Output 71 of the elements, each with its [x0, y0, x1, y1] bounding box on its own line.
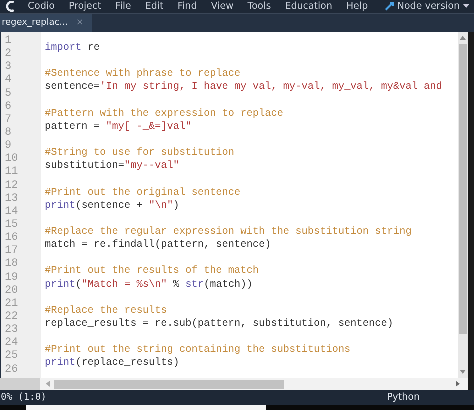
cursor-position: 0% (1:0)	[1, 392, 47, 403]
menu-item[interactable]: Find	[178, 1, 198, 12]
line-number: 2	[4, 48, 13, 62]
menu-item[interactable]: Edit	[145, 1, 164, 12]
code-line: #Replace the regular expression with the substitution string	[45, 226, 412, 240]
line-number: 8	[4, 126, 13, 140]
scroll-right-icon[interactable]	[454, 380, 462, 388]
line-number: 6	[4, 100, 13, 114]
menu-item[interactable]: Education	[285, 1, 332, 12]
vertical-scrollbar[interactable]	[458, 32, 468, 378]
file-tab[interactable]: regex_replac... ×	[0, 14, 92, 32]
code-line: #Pattern with the expression to replace	[45, 108, 284, 121]
code-line: substitution="my--val"	[45, 160, 180, 174]
logo-icon[interactable]	[6, 1, 16, 12]
scrollbar-thumb[interactable]	[459, 44, 467, 334]
menu-item[interactable]: File	[115, 1, 132, 12]
line-number: 14	[4, 206, 20, 219]
menu-item[interactable]: View	[211, 1, 234, 12]
menu-item[interactable]: Codio	[28, 1, 55, 12]
line-number: 13	[4, 192, 20, 206]
line-number: 18	[4, 258, 20, 272]
code-line: import re	[45, 42, 100, 56]
code-line: replace_results = re.sub(pattern, substitution, sentence)	[45, 318, 394, 332]
line-number: 25	[4, 350, 20, 364]
horizontal-scrollbar[interactable]	[40, 378, 468, 390]
code-line: #Print out the string containing the substitutions	[45, 344, 351, 358]
menu-item[interactable]: Tools	[248, 1, 272, 12]
code-line: print(replace_results)	[45, 357, 180, 371]
line-number: 10	[4, 153, 20, 166]
menu-item[interactable]: Help	[346, 1, 368, 12]
code-line: print("Match = %s\n" % str(match))	[45, 278, 253, 292]
line-number: 17	[4, 245, 20, 258]
line-number: 21	[4, 298, 20, 311]
menu-item[interactable]: Project	[68, 1, 102, 12]
line-number: 5	[4, 88, 13, 101]
line-number: 22	[4, 310, 20, 324]
scrollbar-corner	[0, 378, 40, 390]
caret-icon	[463, 4, 470, 9]
arrow-icon	[385, 2, 394, 11]
scroll-left-icon[interactable]	[44, 380, 52, 388]
code-editor[interactable]	[0, 32, 474, 378]
code-line: #String to use for substitution	[45, 147, 235, 160]
tab-label: regex_replac...	[2, 18, 68, 28]
scroll-up-icon[interactable]	[459, 34, 467, 42]
code-line: pattern = "my[ -_&=]val"	[45, 120, 192, 134]
node-version-menu[interactable]: Node version	[385, 1, 470, 12]
scrollbar-thumb[interactable]	[54, 380, 284, 388]
line-number: 4	[4, 74, 13, 88]
line-number: 9	[4, 140, 13, 154]
line-number: 15	[4, 218, 20, 232]
line-number: 1	[4, 35, 13, 48]
line-number: 24	[4, 337, 20, 350]
scroll-down-icon[interactable]	[459, 368, 467, 376]
line-number: 23	[4, 324, 20, 338]
language-mode[interactable]: Python	[387, 392, 420, 403]
line-number: 12	[4, 180, 20, 193]
line-number: 26	[4, 364, 20, 377]
code-line: print(sentence + "\n")	[45, 200, 180, 213]
line-number: 20	[4, 284, 20, 298]
line-number: 3	[4, 61, 13, 74]
code-line: match = re.findall(pattern, sentence)	[45, 239, 272, 252]
line-number: 11	[4, 166, 20, 180]
line-number: 16	[4, 232, 20, 246]
node-version-label: Node version	[397, 1, 460, 12]
line-number: 7	[4, 114, 13, 127]
code-line: sentence='In my string, I have my val, my-val, my_val, my&val and	[45, 81, 442, 95]
code-line: #Sentence with phrase to replace	[45, 68, 241, 82]
code-line: #Print out the original sentence	[45, 186, 241, 200]
code-line: #Replace the results	[45, 304, 168, 318]
line-number: 19	[4, 272, 20, 285]
code-line: #Print out the results of the match	[45, 265, 259, 279]
